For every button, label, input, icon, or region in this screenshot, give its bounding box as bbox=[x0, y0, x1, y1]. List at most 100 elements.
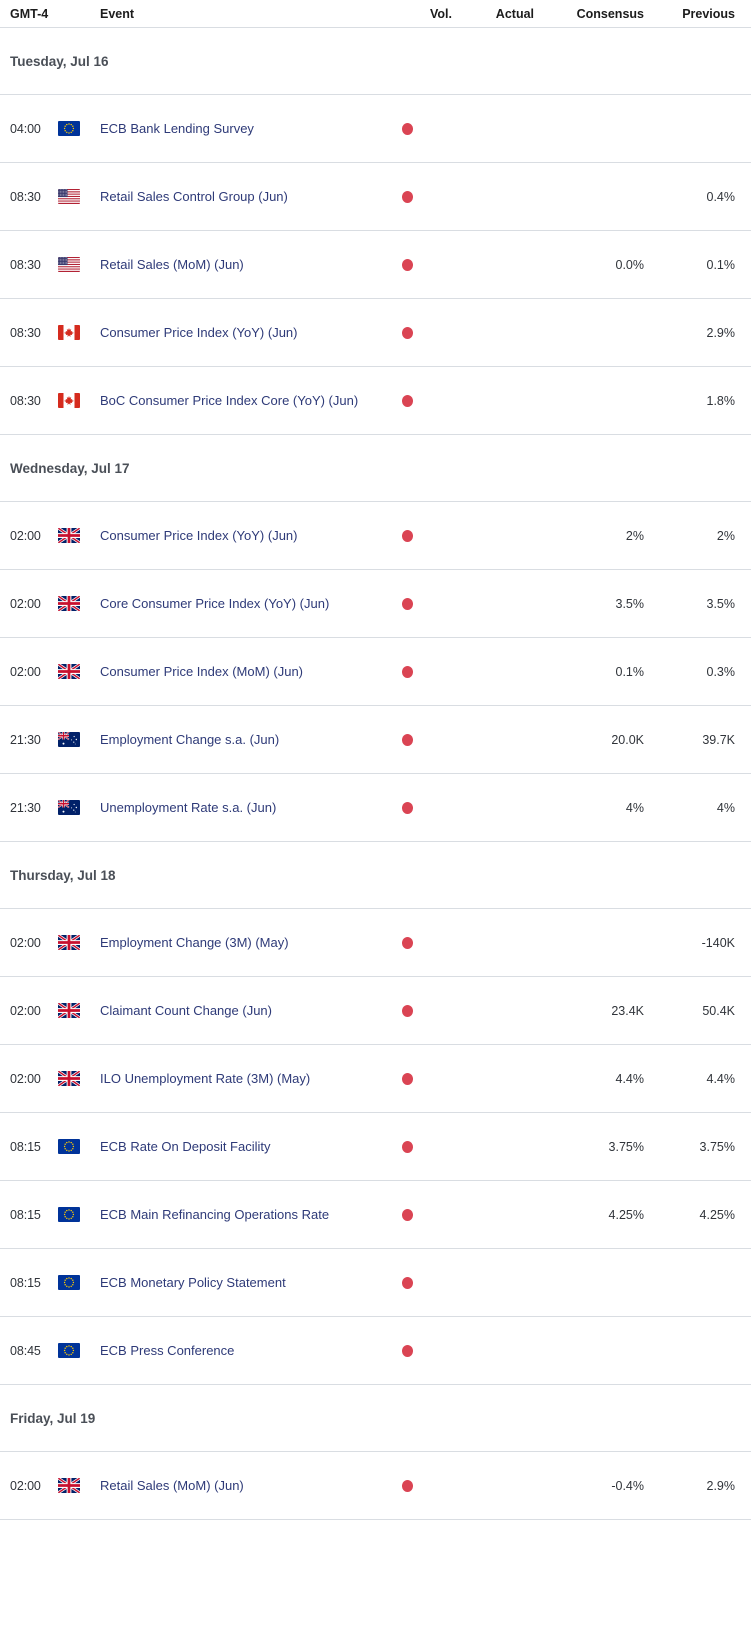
event-previous-value: 4.4% bbox=[706, 1071, 736, 1086]
event-previous-value: 0.3% bbox=[706, 664, 736, 679]
calendar-event-row[interactable]: 02:00 Retail Sales (MoM) (Jun) -0.4% 2.9% bbox=[0, 1452, 751, 1520]
event-name-link[interactable]: BoC Consumer Price Index Core (YoY) (Jun… bbox=[100, 393, 400, 408]
volatility-cell bbox=[400, 801, 458, 814]
event-previous-value: 0.4% bbox=[706, 189, 736, 204]
calendar-event-row[interactable]: 02:00 Consumer Price Index (MoM) (Jun) 0.1… bbox=[0, 638, 751, 706]
event-consensus-value: 0.0% bbox=[615, 257, 645, 272]
event-time: 08:15 bbox=[10, 1207, 41, 1222]
volatility-dot-high-icon bbox=[402, 936, 413, 949]
volatility-cell bbox=[400, 1344, 458, 1357]
event-consensus-value: 23.4K bbox=[611, 1003, 644, 1018]
event-name-link[interactable]: Core Consumer Price Index (YoY) (Jun) bbox=[100, 596, 400, 611]
event-name-link[interactable]: ECB Rate On Deposit Facility bbox=[100, 1139, 400, 1154]
european-union-flag bbox=[58, 1207, 100, 1222]
volatility-dot-high-icon bbox=[402, 1479, 413, 1492]
united-states-flag bbox=[58, 257, 100, 272]
volatility-cell bbox=[400, 597, 458, 610]
day-label: Wednesday, Jul 17 bbox=[10, 460, 130, 476]
event-time: 08:15 bbox=[10, 1275, 41, 1290]
event-name-link[interactable]: Consumer Price Index (YoY) (Jun) bbox=[100, 325, 400, 340]
event-name-link[interactable]: Consumer Price Index (YoY) (Jun) bbox=[100, 528, 400, 543]
calendar-event-row[interactable]: 08:30 BoC Consumer Price Index Core (YoY)… bbox=[0, 367, 751, 435]
event-name-link[interactable]: Claimant Count Change (Jun) bbox=[100, 1003, 400, 1018]
european-union-flag bbox=[58, 1275, 100, 1290]
volatility-dot-high-icon bbox=[402, 190, 413, 203]
united-kingdom-flag bbox=[58, 596, 100, 611]
event-name-link[interactable]: Employment Change (3M) (May) bbox=[100, 935, 400, 950]
event-previous-value: 3.75% bbox=[699, 1139, 735, 1154]
volatility-dot-high-icon bbox=[402, 122, 413, 135]
event-previous-value: 39.7K bbox=[702, 732, 735, 747]
event-name-link[interactable]: ECB Bank Lending Survey bbox=[100, 121, 400, 136]
event-name-link[interactable]: Unemployment Rate s.a. (Jun) bbox=[100, 800, 400, 815]
day-label: Thursday, Jul 18 bbox=[10, 867, 116, 883]
volatility-dot-high-icon bbox=[402, 1140, 413, 1153]
volatility-cell bbox=[400, 394, 458, 407]
economic-calendar: GMT-4 Event Vol. Actual Consensus Previo… bbox=[0, 0, 751, 1520]
volatility-dot-high-icon bbox=[402, 733, 413, 746]
calendar-event-row[interactable]: 02:00 Employment Change (3M) (May) -140K bbox=[0, 909, 751, 977]
event-consensus-value: -0.4% bbox=[611, 1478, 644, 1493]
event-time: 08:45 bbox=[10, 1343, 41, 1358]
event-previous-value: 2.9% bbox=[706, 1478, 736, 1493]
calendar-event-row[interactable]: 04:00 ECB Bank Lending Survey bbox=[0, 95, 751, 163]
event-time: 08:30 bbox=[10, 325, 41, 340]
event-name-link[interactable]: ILO Unemployment Rate (3M) (May) bbox=[100, 1071, 400, 1086]
event-name-link[interactable]: Employment Change s.a. (Jun) bbox=[100, 732, 400, 747]
event-consensus-value: 4.25% bbox=[608, 1207, 644, 1222]
volatility-cell bbox=[400, 1276, 458, 1289]
volatility-cell bbox=[400, 1140, 458, 1153]
volatility-cell bbox=[400, 1479, 458, 1492]
event-name-link[interactable]: ECB Monetary Policy Statement bbox=[100, 1275, 400, 1290]
event-name-link[interactable]: Retail Sales Control Group (Jun) bbox=[100, 189, 400, 204]
event-name-link[interactable]: ECB Press Conference bbox=[100, 1343, 400, 1358]
calendar-event-row[interactable]: 21:30 Unemployment Rate s.a. (Jun) 4% 4% bbox=[0, 774, 751, 842]
volatility-dot-high-icon bbox=[402, 801, 413, 814]
calendar-event-row[interactable]: 08:45 ECB Press Conference bbox=[0, 1317, 751, 1385]
volatility-dot-high-icon bbox=[402, 1072, 413, 1085]
event-time: 08:30 bbox=[10, 189, 41, 204]
column-header-event: Event bbox=[100, 6, 135, 21]
calendar-event-row[interactable]: 21:30 Employment Change s.a. (Jun) 20.0K 39… bbox=[0, 706, 751, 774]
calendar-event-row[interactable]: 08:15 ECB Rate On Deposit Facility 3.75% 3.… bbox=[0, 1113, 751, 1181]
event-time: 21:30 bbox=[10, 732, 41, 747]
volatility-cell bbox=[400, 326, 458, 339]
event-consensus-value: 4% bbox=[625, 800, 644, 815]
calendar-event-row[interactable]: 08:30 Retail Sales (MoM) (Jun) 0.0% 0.1% bbox=[0, 231, 751, 299]
column-header-actual: Actual bbox=[495, 6, 534, 21]
volatility-cell bbox=[400, 190, 458, 203]
event-name-link[interactable]: ECB Main Refinancing Operations Rate bbox=[100, 1207, 400, 1222]
event-consensus-value: 3.5% bbox=[615, 596, 645, 611]
calendar-event-row[interactable]: 08:30 Retail Sales Control Group (Jun) 0.4… bbox=[0, 163, 751, 231]
european-union-flag bbox=[58, 1139, 100, 1154]
calendar-event-row[interactable]: 02:00 Core Consumer Price Index (YoY) (Ju… bbox=[0, 570, 751, 638]
calendar-event-row[interactable]: 08:15 ECB Main Refinancing Operations Rat… bbox=[0, 1181, 751, 1249]
volatility-dot-high-icon bbox=[402, 665, 413, 678]
calendar-event-row[interactable]: 08:30 Consumer Price Index (YoY) (Jun) 2.9… bbox=[0, 299, 751, 367]
calendar-event-row[interactable]: 08:15 ECB Monetary Policy Statement bbox=[0, 1249, 751, 1317]
united-kingdom-flag bbox=[58, 664, 100, 679]
event-name-link[interactable]: Retail Sales (MoM) (Jun) bbox=[100, 257, 400, 272]
volatility-cell bbox=[400, 529, 458, 542]
event-name-link[interactable]: Consumer Price Index (MoM) (Jun) bbox=[100, 664, 400, 679]
volatility-dot-high-icon bbox=[402, 258, 413, 271]
event-previous-value: 2.9% bbox=[706, 325, 736, 340]
calendar-event-row[interactable]: 02:00 Claimant Count Change (Jun) 23.4K 50.… bbox=[0, 977, 751, 1045]
event-name-link[interactable]: Retail Sales (MoM) (Jun) bbox=[100, 1478, 400, 1493]
event-time: 02:00 bbox=[10, 664, 41, 679]
calendar-event-row[interactable]: 02:00 Consumer Price Index (YoY) (Jun) 2% 2… bbox=[0, 502, 751, 570]
united-kingdom-flag bbox=[58, 528, 100, 543]
volatility-dot-high-icon bbox=[402, 597, 413, 610]
event-time: 02:00 bbox=[10, 596, 41, 611]
event-time: 02:00 bbox=[10, 1071, 41, 1086]
calendar-event-row[interactable]: 02:00 ILO Unemployment Rate (3M) (May) 4.4… bbox=[0, 1045, 751, 1113]
event-time: 21:30 bbox=[10, 800, 41, 815]
column-header-time: GMT-4 bbox=[10, 6, 49, 21]
event-consensus-value: 4.4% bbox=[615, 1071, 645, 1086]
day-label: Tuesday, Jul 16 bbox=[10, 53, 109, 69]
volatility-dot-high-icon bbox=[402, 1276, 413, 1289]
column-header-volatility: Vol. bbox=[430, 6, 452, 21]
calendar-column-header: GMT-4 Event Vol. Actual Consensus Previo… bbox=[0, 0, 751, 28]
column-header-previous: Previous bbox=[682, 6, 735, 21]
volatility-dot-high-icon bbox=[402, 1004, 413, 1017]
